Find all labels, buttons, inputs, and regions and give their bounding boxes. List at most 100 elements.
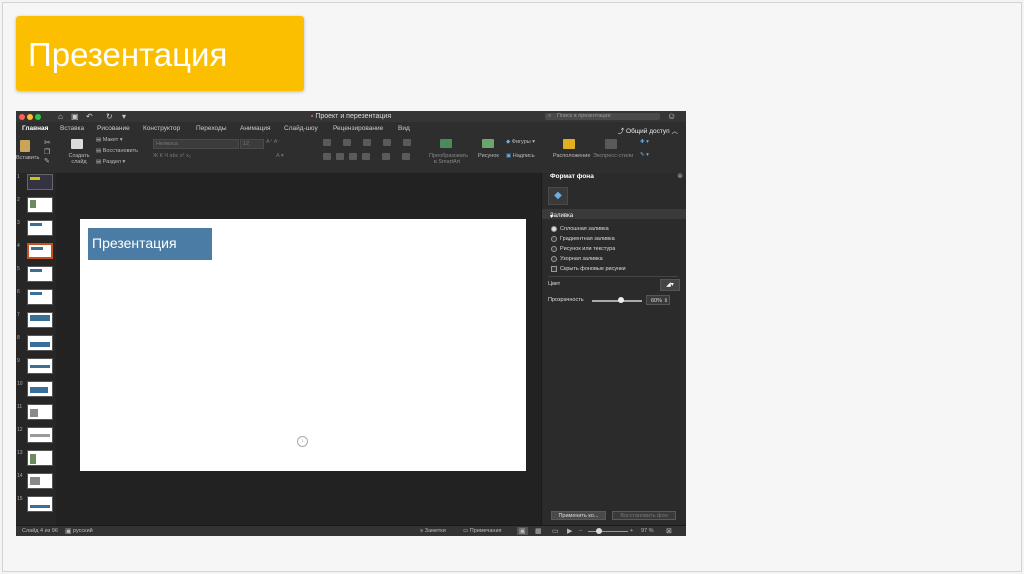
color-picker-button[interactable]: ◢▾ [660,279,680,291]
slideshow-icon[interactable]: ▶ [567,527,572,535]
hide-background-checkbox[interactable] [551,266,557,272]
transparency-input[interactable]: 60% ⇕ [646,295,670,305]
new-slide-button[interactable]: Создать слайд [68,153,90,165]
arrange-icon[interactable] [563,139,575,149]
columns-icon[interactable] [383,139,391,146]
reset-background-button[interactable]: Восстановить фон [612,511,676,520]
fit-to-window-icon[interactable]: ⊠ [666,527,672,535]
indent-icon[interactable] [363,139,371,146]
fill-section-header[interactable]: ▾ Заливка [542,209,686,220]
gradient-fill-radio[interactable] [551,236,557,242]
bullets-icon[interactable] [323,139,331,146]
tab-home[interactable]: Главная [22,125,48,132]
copy-icon[interactable]: ❐ [44,148,50,156]
align-left-icon[interactable] [323,153,331,160]
layout-button[interactable]: ▤ Макет ▾ [96,137,123,143]
transparency-slider-thumb[interactable] [618,297,624,303]
pattern-fill-radio[interactable] [551,256,557,262]
slide-thumbnail[interactable] [27,174,53,190]
paste-button[interactable]: Вставить [16,155,39,161]
shapes-button[interactable]: ◆ Фигуры ▾ [506,139,535,145]
fill-icon[interactable]: ◆ [548,187,568,205]
share-button[interactable]: ⤴ Общий доступ ︿ [618,125,678,135]
close-icon[interactable]: ⊗ [677,172,683,180]
search-input[interactable]: ⌕ Поиск в презентации [545,113,660,120]
apply-to-all-button[interactable]: Применить ко... [551,511,606,520]
numbering-icon[interactable] [343,139,351,146]
font-name-select[interactable]: Нелвоса [153,139,239,149]
align-text-icon[interactable] [402,153,410,160]
tab-design[interactable]: Конструктор [143,125,180,132]
reading-view-icon[interactable]: ▭ [552,527,559,535]
zoom-slider-thumb[interactable] [596,528,602,534]
slide-thumbnail[interactable] [27,473,53,489]
align-center-icon[interactable] [336,153,344,160]
quick-styles-button[interactable]: Экспресс-стили [593,153,633,159]
zoom-level[interactable]: 97 % [641,528,654,534]
slide-thumbnail[interactable] [27,197,53,213]
comments-button[interactable]: ▭ Примечания [463,528,502,534]
font-color-icon[interactable]: A ▾ [276,153,284,159]
tab-slideshow[interactable]: Слайд-шоу [284,125,318,132]
tab-view[interactable]: Вид [398,125,410,132]
tab-insert[interactable]: Вставка [60,125,84,132]
tab-transitions[interactable]: Переходы [196,125,227,132]
shape-outline-icon[interactable]: ✎ ▾ [640,152,649,158]
quick-styles-icon[interactable] [605,139,617,149]
picture-icon[interactable] [482,139,494,148]
tab-review[interactable]: Рецензирование [333,125,383,132]
font-size-select[interactable]: 12 [240,139,264,149]
slide-thumbnail[interactable] [27,358,53,374]
font-style-buttons[interactable]: Ж К Ч abc x² x₂ [153,153,191,159]
slide-thumbnail[interactable] [27,404,53,420]
slide-thumbnail[interactable] [27,381,53,397]
slide-thumbnail[interactable] [27,266,53,282]
slide-thumbnail-selected[interactable] [27,243,53,259]
normal-view-icon[interactable]: ▣ [517,527,528,535]
smartart-icon[interactable] [440,139,452,148]
thumbnail-number: 7 [17,312,20,318]
heading-banner: Презентация [16,16,304,91]
cut-icon[interactable]: ✂ [44,138,51,147]
stepper-icon[interactable]: ⇕ [664,296,668,306]
solid-fill-radio[interactable] [551,226,557,232]
paste-icon[interactable] [20,140,30,152]
picture-fill-radio[interactable] [551,246,557,252]
textbox-button[interactable]: ▣ Надпись [506,153,535,159]
section-button[interactable]: ▤ Раздел ▾ [96,159,125,165]
shape-fill-icon[interactable]: ✚ ▾ [640,139,649,145]
slide-thumbnail[interactable] [27,427,53,443]
current-slide[interactable]: Презентация ↓ [80,219,526,471]
slide-sorter-icon[interactable]: ▦ [535,527,542,535]
slide-thumbnail[interactable] [27,496,53,512]
font-grow-icon[interactable]: A⁺ A⁻ [266,139,280,145]
slide-thumbnail[interactable] [27,312,53,328]
slide-thumbnail[interactable] [27,289,53,305]
spellcheck-icon[interactable]: ▣ [65,527,72,535]
picture-button[interactable]: Рисунок [478,153,499,159]
zoom-out-button[interactable]: − [579,528,582,534]
notes-button[interactable]: ≡ Заметки [420,528,446,534]
convert-smartart-button[interactable]: Преобразовать в SmartArt [429,153,468,165]
new-slide-icon[interactable] [71,139,83,149]
text-direction-icon[interactable] [403,139,411,146]
slide-thumbnail[interactable] [27,450,53,466]
notes-icon: ≡ [420,528,424,534]
tab-draw[interactable]: Рисование [97,125,130,132]
arrange-button[interactable]: Расположение [553,153,590,159]
slide-thumbnail[interactable] [27,335,53,351]
zoom-slider[interactable] [588,531,628,532]
insert-icon[interactable]: ↓ [297,436,308,447]
slide-thumbnail[interactable] [27,220,53,236]
feedback-icon[interactable]: ☺ [667,111,676,121]
align-right-icon[interactable] [349,153,357,160]
format-painter-icon[interactable]: ✎ [44,157,50,165]
zoom-in-button[interactable]: + [630,528,633,534]
tab-animations[interactable]: Анимация [240,125,271,132]
language-indicator[interactable]: русский [73,528,93,534]
line-spacing-icon[interactable] [382,153,390,160]
transparency-slider[interactable] [592,300,642,302]
slide-title[interactable]: Презентация [88,228,212,260]
reset-button[interactable]: ▤ Восстановить [96,148,138,154]
justify-icon[interactable] [362,153,370,160]
